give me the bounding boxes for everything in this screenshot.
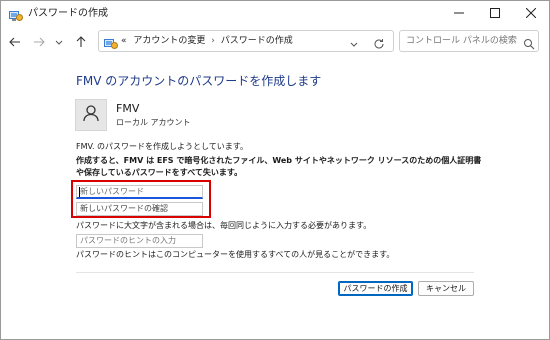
maximize-button[interactable] — [477, 1, 513, 25]
warning-text: 作成すると、FMV は EFS で暗号化されたファイル、Web サイトやネットワ… — [76, 156, 482, 177]
search-icon[interactable] — [523, 35, 535, 50]
password-hint-field[interactable]: パスワードのヒントの入力 — [76, 234, 203, 248]
cancel-button[interactable]: キャンセル — [418, 281, 474, 296]
refresh-icon[interactable] — [373, 35, 385, 49]
window-title: パスワードの作成 — [28, 8, 108, 19]
search-input[interactable]: コントロール パネルの検索 — [406, 35, 517, 47]
hint-note: パスワードのヒントはこのコンピューターを使用するすべての人が見ることができます。 — [76, 250, 395, 259]
account-type: ローカル アカウント — [116, 118, 191, 127]
arrow-left-icon[interactable] — [7, 34, 23, 50]
description: FMV. のパスワードを作成しようとしています。 — [76, 142, 248, 151]
breadcrumb-overflow[interactable]: « — [121, 36, 127, 46]
highlight-box — [71, 180, 211, 218]
breadcrumb: « アカウントの変更 › パスワードの作成 — [121, 35, 293, 47]
chevron-down-icon[interactable] — [348, 35, 360, 47]
title-bar: パスワードの作成 — [1, 1, 549, 27]
address-bar[interactable]: « アカウントの変更 › パスワードの作成 — [98, 30, 394, 52]
search-box[interactable]: コントロール パネルの検索 — [399, 30, 539, 52]
control-panel-icon — [9, 7, 23, 21]
avatar — [75, 99, 107, 131]
navigation-bar: « アカウントの変更 › パスワードの作成 コントロール パネルの検索 — [1, 28, 549, 56]
minimize-button[interactable] — [441, 1, 477, 25]
caps-note: パスワードに大文字が含まれる場合は、毎回同じように入力する必要があります。 — [76, 221, 372, 230]
password-hint-placeholder: パスワードのヒントの入力 — [80, 236, 176, 245]
arrow-right-icon[interactable] — [31, 34, 47, 50]
control-panel-icon — [104, 35, 118, 49]
breadcrumb-item-account-change[interactable]: アカウントの変更 — [133, 36, 205, 46]
create-password-button[interactable]: パスワードの作成 — [338, 281, 413, 296]
divider — [76, 272, 474, 273]
window: パスワードの作成 « アカウントの変更 › パスワードの作成 コントロール パネ… — [0, 0, 550, 340]
close-button[interactable] — [513, 1, 549, 25]
breadcrumb-item-create-password[interactable]: パスワードの作成 — [221, 36, 293, 46]
user-name: FMV — [116, 102, 140, 115]
breadcrumb-separator: › — [211, 36, 215, 46]
page-title: FMV のアカウントのパスワードを作成します — [76, 74, 322, 88]
user-icon — [81, 103, 101, 127]
chevron-down-icon[interactable] — [51, 34, 67, 50]
arrow-up-icon[interactable] — [73, 34, 89, 50]
